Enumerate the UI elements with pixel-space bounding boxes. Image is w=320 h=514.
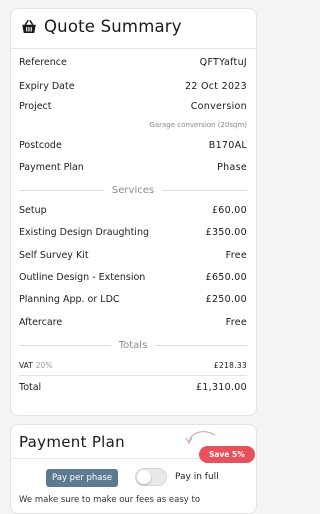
payment-plan-title: Payment Plan: [19, 433, 125, 451]
vat-rate: 20%: [35, 361, 53, 370]
pay-per-phase-label[interactable]: Pay per phase: [46, 469, 119, 487]
total-row: Total £1,310.00: [19, 382, 247, 393]
quote-summary-header: Quote Summary: [20, 17, 182, 36]
service-value: £650.00: [205, 272, 247, 283]
vat-value: £218.33: [213, 361, 247, 370]
quote-summary-title: Quote Summary: [44, 17, 182, 36]
service-label: Setup: [19, 205, 47, 216]
postcode-label: Postcode: [19, 140, 62, 151]
reference-value: QFTYaftuJ: [199, 57, 247, 68]
payment-plan-toggle[interactable]: [135, 468, 167, 486]
quote-summary-card: Quote Summary Reference QFTYaftuJ Expiry…: [10, 8, 257, 416]
expiry-date-label: Expiry Date: [19, 81, 75, 92]
service-label: Aftercare: [19, 317, 63, 328]
payment-plan-row: Payment Plan Phase: [19, 162, 247, 173]
service-row: Outline Design - Extension £650.00: [19, 272, 247, 283]
services-heading: Services: [111, 184, 155, 196]
header-divider: [11, 48, 256, 49]
reference-label: Reference: [19, 57, 67, 68]
totals-divider: [19, 375, 247, 376]
service-value: Free: [225, 317, 247, 328]
services-separator: Services: [19, 184, 248, 196]
service-value: £250.00: [205, 294, 247, 305]
service-value: £350.00: [205, 227, 247, 238]
vat-row: VAT 20% £218.33: [19, 361, 247, 370]
service-value: Free: [225, 250, 247, 261]
project-label: Project: [19, 101, 52, 112]
project-row: Project Conversion: [19, 101, 247, 112]
totals-separator: Totals: [19, 339, 248, 351]
pay-in-full-label[interactable]: Pay in full: [175, 472, 219, 482]
expiry-date-row: Expiry Date 22 Oct 2023: [19, 81, 247, 92]
service-row: Aftercare Free: [19, 317, 247, 328]
service-row: Setup £60.00: [19, 205, 247, 216]
service-label: Existing Design Draughting: [19, 227, 149, 238]
payment-plan-value: Phase: [217, 162, 247, 173]
project-note: Garage conversion (20sqm): [149, 121, 247, 129]
reference-row: Reference QFTYaftuJ: [19, 57, 247, 68]
service-label: Outline Design - Extension: [19, 272, 146, 283]
service-row: Self Survey Kit Free: [19, 250, 247, 261]
service-row: Planning App. or LDC £250.00: [19, 294, 247, 305]
service-label: Planning App. or LDC: [19, 294, 120, 305]
service-label: Self Survey Kit: [19, 250, 89, 261]
payment-plan-description: We make sure to make our fees as easy to: [19, 495, 201, 505]
project-value: Conversion: [190, 101, 247, 112]
save-badge: Save 5%: [199, 446, 255, 463]
payment-plan-label: Payment Plan: [19, 162, 84, 173]
toggle-knob: [137, 470, 151, 484]
expiry-date-value: 22 Oct 2023: [184, 81, 247, 92]
vat-label: VAT: [19, 361, 33, 370]
postcode-row: Postcode B170AL: [19, 140, 247, 151]
postcode-value: B170AL: [208, 140, 247, 151]
totals-heading: Totals: [118, 339, 148, 351]
total-value: £1,310.00: [195, 382, 247, 393]
service-row: Existing Design Draughting £350.00: [19, 227, 247, 238]
service-value: £60.00: [211, 205, 247, 216]
basket-icon: [22, 19, 36, 33]
total-label: Total: [19, 382, 42, 393]
